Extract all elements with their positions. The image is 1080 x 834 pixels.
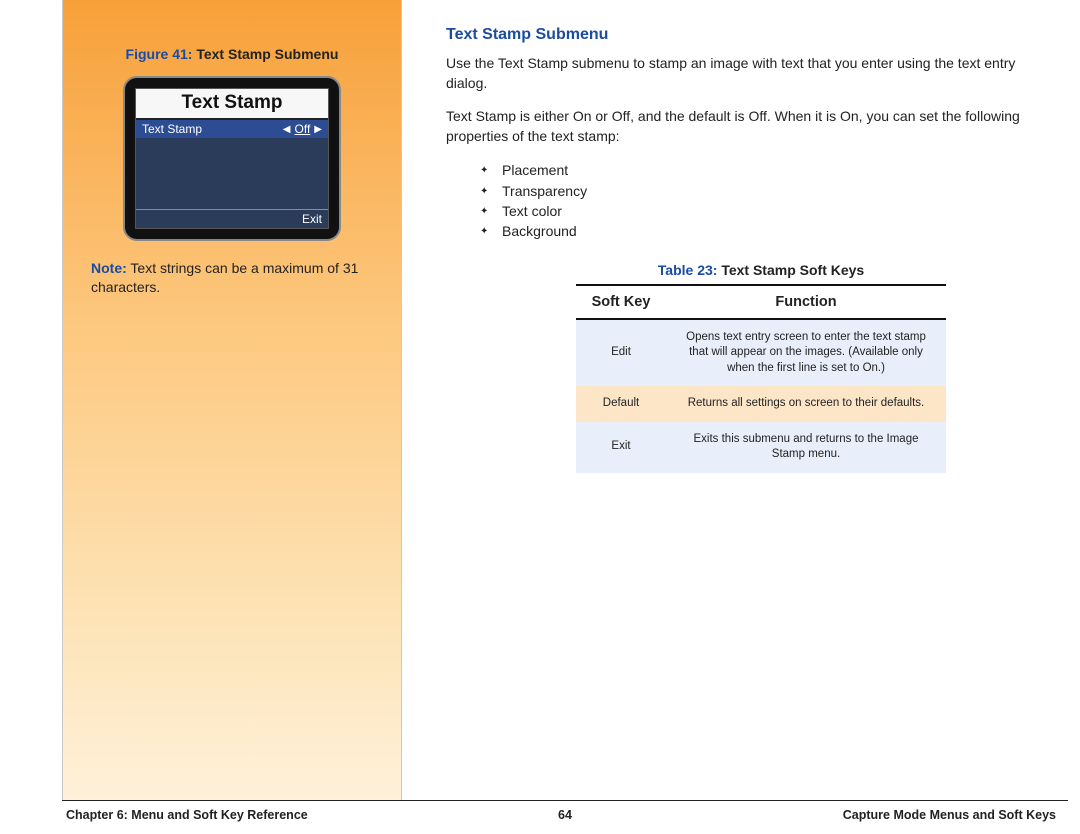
page-footer: Chapter 6: Menu and Soft Key Reference 6… xyxy=(62,800,1068,834)
cell-fn: Exits this submenu and returns to the Im… xyxy=(666,422,946,473)
lcd-row-textstamp: Text Stamp ◀ Off ▶ xyxy=(136,120,328,138)
list-item: Text color xyxy=(480,201,1050,221)
cell-fn: Returns all settings on screen to their … xyxy=(666,386,946,422)
list-item: Transparency xyxy=(480,181,1050,201)
footer-left: Chapter 6: Menu and Soft Key Reference xyxy=(66,808,308,822)
chevron-left-icon: ◀ xyxy=(283,124,291,135)
table-row: Edit Opens text entry screen to enter th… xyxy=(576,319,946,387)
lcd-screenshot: Text Stamp Text Stamp ◀ Off ▶ Exit xyxy=(123,76,341,241)
table-label: Table 23: xyxy=(658,262,718,278)
properties-list: Placement Transparency Text color Backgr… xyxy=(480,160,1050,241)
lcd-footer: Exit xyxy=(136,209,328,228)
lcd-title: Text Stamp xyxy=(136,89,328,120)
intro-para-2: Text Stamp is either On or Off, and the … xyxy=(446,107,1050,146)
intro-para-1: Use the Text Stamp submenu to stamp an i… xyxy=(446,54,1050,93)
sidebar-figure-panel: Figure 41: Text Stamp Submenu Text Stamp… xyxy=(62,0,402,834)
cell-key: Exit xyxy=(576,422,666,473)
table-row: Exit Exits this submenu and returns to t… xyxy=(576,422,946,473)
table-caption: Table 23: Text Stamp Soft Keys xyxy=(576,262,946,278)
chevron-right-icon: ▶ xyxy=(314,124,322,135)
softkey-table-wrap: Table 23: Text Stamp Soft Keys Soft Key … xyxy=(576,262,946,473)
footer-right: Capture Mode Menus and Soft Keys xyxy=(843,808,1056,822)
list-item: Background xyxy=(480,221,1050,241)
note-text: Note: Text strings can be a maximum of 3… xyxy=(91,259,373,297)
col-header-softkey: Soft Key xyxy=(576,285,666,319)
table-row: Default Returns all settings on screen t… xyxy=(576,386,946,422)
col-header-function: Function xyxy=(666,285,946,319)
figure-label: Figure 41: xyxy=(126,46,193,62)
figure-caption: Figure 41: Text Stamp Submenu xyxy=(91,46,373,62)
table-title: Text Stamp Soft Keys xyxy=(717,262,864,278)
main-content: Text Stamp Submenu Use the Text Stamp su… xyxy=(402,0,1080,834)
note-label: Note: xyxy=(91,260,127,276)
lcd-row-value: Off xyxy=(295,122,311,136)
cell-key: Edit xyxy=(576,319,666,387)
lcd-row-label: Text Stamp xyxy=(142,122,202,136)
cell-key: Default xyxy=(576,386,666,422)
note-body: Text strings can be a maximum of 31 char… xyxy=(91,260,358,295)
softkey-table: Soft Key Function Edit Opens text entry … xyxy=(576,284,946,473)
list-item: Placement xyxy=(480,160,1050,180)
footer-page-number: 64 xyxy=(558,808,572,822)
figure-title: Text Stamp Submenu xyxy=(192,46,338,62)
cell-fn: Opens text entry screen to enter the tex… xyxy=(666,319,946,387)
section-heading: Text Stamp Submenu xyxy=(446,26,1050,44)
